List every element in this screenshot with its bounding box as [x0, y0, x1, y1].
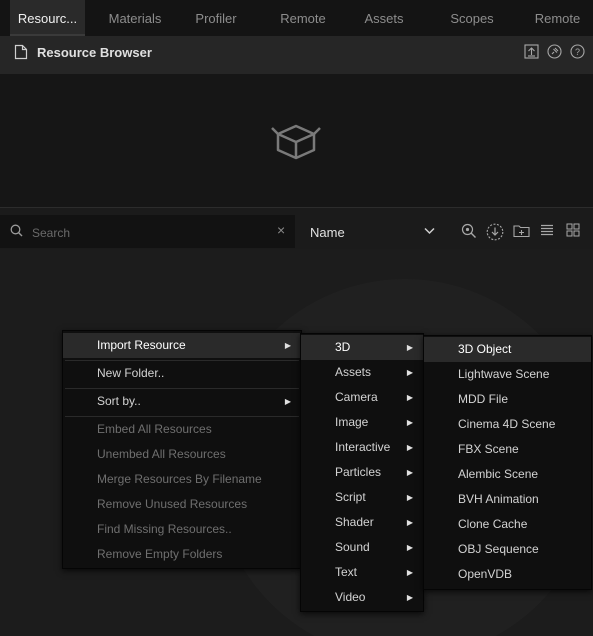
submenu-item-cinema-4d-scene[interactable]: Cinema 4D Scene	[424, 412, 591, 437]
submenu-item-obj-sequence[interactable]: OBJ Sequence	[424, 537, 591, 562]
import-3d-submenu: 3D Object Lightwave Scene MDD File Cinem…	[423, 335, 592, 590]
context-menu: Import Resource ▶ New Folder.. Sort by.. ▶…	[62, 330, 302, 569]
new-folder-icon[interactable]	[513, 223, 530, 238]
menu-item-remove-empty-folders: Remove Empty Folders	[97, 547, 223, 561]
export-icon[interactable]	[524, 44, 539, 59]
submenu-item-3d[interactable]: 3D ▶	[301, 335, 423, 360]
search-icon	[10, 224, 23, 237]
menu-item-sort-by[interactable]: Sort by.. ▶	[63, 389, 301, 414]
tab-assets[interactable]: Assets	[348, 0, 420, 36]
panel-title: Resource Browser	[37, 45, 152, 60]
grid-view-icon[interactable]	[566, 223, 580, 237]
browser-toolbar: × Name	[0, 215, 593, 249]
chevron-down-icon[interactable]	[424, 227, 435, 235]
panel-header: Resource Browser ?	[0, 36, 593, 74]
svg-text:?: ?	[575, 47, 580, 57]
clear-search-icon[interactable]: ×	[277, 222, 285, 238]
submenu-item-image[interactable]: Image ▶	[301, 410, 423, 435]
submenu-item-assets[interactable]: Assets ▶	[301, 360, 423, 385]
help-icon[interactable]: ?	[570, 44, 585, 59]
menu-item-unembed-all: Unembed All Resources	[97, 447, 226, 461]
menu-item-new-folder[interactable]: New Folder..	[63, 361, 301, 386]
import-submenu: 3D ▶ Assets ▶ Camera ▶ Image ▶ Interactive ▶ …	[300, 333, 424, 612]
submenu-item-video[interactable]: Video ▶	[301, 585, 423, 610]
submenu-item-fbx-scene[interactable]: FBX Scene	[424, 437, 591, 462]
sort-select[interactable]: Name	[310, 225, 345, 240]
submenu-item-interactive[interactable]: Interactive ▶	[301, 435, 423, 460]
tab-profiler[interactable]: Profiler	[178, 0, 254, 36]
menu-item-find-missing: Find Missing Resources..	[97, 522, 232, 536]
submenu-item-camera[interactable]: Camera ▶	[301, 385, 423, 410]
tab-bar: Resourc... Materials Profiler Remote Ass…	[0, 0, 593, 36]
submenu-item-text[interactable]: Text ▶	[301, 560, 423, 585]
submenu-item-lightwave-scene[interactable]: Lightwave Scene	[424, 362, 591, 387]
list-view-icon[interactable]	[540, 223, 554, 237]
submenu-item-shader[interactable]: Shader ▶	[301, 510, 423, 535]
submenu-item-alembic-scene[interactable]: Alembic Scene	[424, 462, 591, 487]
submenu-item-clone-cache[interactable]: Clone Cache	[424, 512, 591, 537]
tab-scopes[interactable]: Scopes	[432, 0, 512, 36]
zoom-search-icon[interactable]	[461, 223, 477, 239]
tab-resources[interactable]: Resourc...	[10, 0, 85, 36]
search-input[interactable]	[30, 221, 269, 245]
submenu-item-bvh-animation[interactable]: BVH Animation	[424, 487, 591, 512]
tab-remote[interactable]: Remote	[264, 0, 342, 36]
menu-item-merge-by-filename: Merge Resources By Filename	[97, 472, 262, 486]
submenu-item-mdd-file[interactable]: MDD File	[424, 387, 591, 412]
menu-item-remove-unused: Remove Unused Resources	[97, 497, 248, 511]
submenu-item-particles[interactable]: Particles ▶	[301, 460, 423, 485]
tab-remote-2[interactable]: Remote	[522, 0, 593, 36]
menu-item-import-resource[interactable]: Import Resource ▶	[63, 333, 301, 358]
submenu-item-sound[interactable]: Sound ▶	[301, 535, 423, 560]
menu-item-embed-all: Embed All Resources	[97, 422, 212, 436]
submenu-item-script[interactable]: Script ▶	[301, 485, 423, 510]
submenu-item-3d-object[interactable]: 3D Object	[424, 337, 591, 362]
submenu-item-openvdb[interactable]: OpenVDB	[424, 562, 591, 587]
pin-icon[interactable]	[547, 44, 562, 59]
document-icon	[14, 44, 28, 60]
search-box: ×	[0, 215, 295, 248]
tab-materials[interactable]: Materials	[92, 0, 178, 36]
import-icon[interactable]	[486, 223, 504, 241]
package-box-icon	[271, 124, 321, 160]
